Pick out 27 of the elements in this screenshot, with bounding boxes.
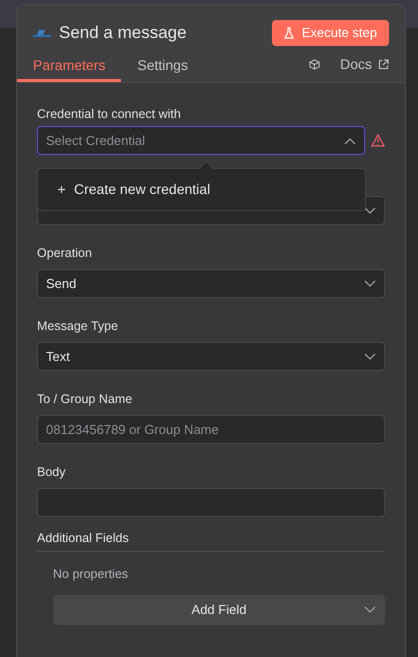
tab[interactable]: Parameters <box>17 52 122 82</box>
cube-icon[interactable] <box>309 59 320 70</box>
field-label: To / Group Name <box>37 391 134 407</box>
chevron-icon <box>364 206 376 214</box>
credential-select[interactable]: Select Credential <box>37 126 366 155</box>
flask-icon <box>284 27 294 39</box>
empty-message: No properties <box>53 566 130 582</box>
field-label: Body <box>37 464 66 480</box>
docs-link[interactable]: Docs <box>340 54 389 75</box>
node-logo-icon <box>33 28 51 38</box>
chevron-icon <box>364 280 376 288</box>
input-field[interactable]: 08123456789 or Group Name <box>37 415 385 444</box>
section-title: Additional Fields <box>37 530 385 552</box>
tab[interactable]: Settings <box>121 52 204 82</box>
external-link-icon <box>378 59 389 70</box>
field-label: Message Type <box>37 318 120 334</box>
chevron-icon <box>344 136 356 144</box>
chevron-icon <box>364 352 376 360</box>
field-label: Credential to connect with <box>37 106 182 122</box>
menu-item[interactable]: Create new credential <box>38 169 365 210</box>
chevron-icon <box>364 606 376 614</box>
dropdown-select[interactable]: Text <box>37 342 385 371</box>
field-label: Operation <box>37 245 93 261</box>
add-field-button[interactable]: Add Field <box>53 595 385 625</box>
dropdown-select[interactable]: Send <box>37 269 385 298</box>
plus-icon <box>58 186 65 193</box>
node-title: Send a message <box>59 22 187 44</box>
